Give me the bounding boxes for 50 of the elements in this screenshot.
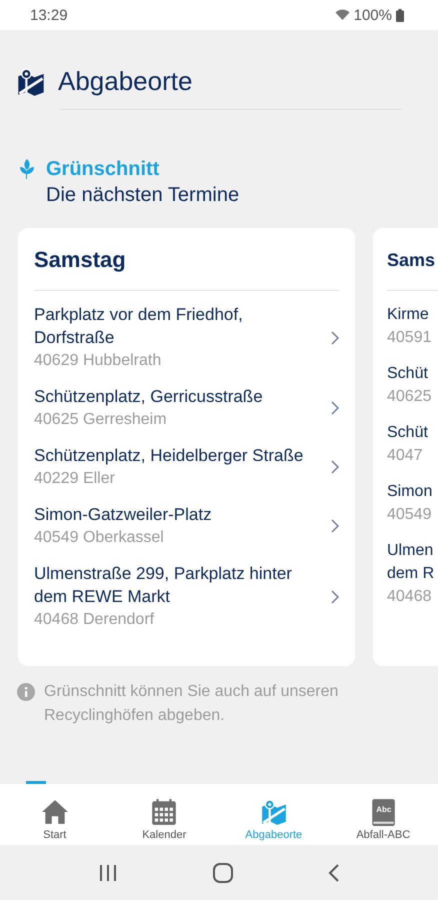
- location-area: 40629 Hubbelrath: [34, 349, 319, 372]
- map-icon: [260, 798, 288, 826]
- home-icon: [40, 798, 69, 826]
- location-area: 40468: [387, 585, 438, 608]
- battery-icon: [396, 8, 404, 22]
- location-area: 40549: [387, 503, 438, 526]
- nav-tab[interactable]: Abc Abfall-ABC: [328, 784, 438, 845]
- chevron-right-icon[interactable]: [331, 519, 339, 533]
- page-title: Abgabeorte: [58, 66, 192, 97]
- location-area: 40625 Gerresheim: [34, 408, 319, 431]
- location-area: 40591: [387, 326, 438, 349]
- leaf-icon: [18, 158, 36, 180]
- wifi-icon: [334, 9, 350, 21]
- info-text: Grünschnitt können Sie auch auf unseren Recyclinghöfen abgeben.: [44, 682, 340, 726]
- chevron-right-icon[interactable]: [331, 460, 339, 474]
- location-name[interactable]: Ulmen dem R: [387, 539, 438, 585]
- location-area: 40229 Eller: [34, 467, 319, 490]
- icon-text: Abc: [376, 805, 392, 814]
- location-name[interactable]: Parkplatz vor dem Friedhof, Dorfstraße: [34, 303, 319, 349]
- location-area: 40468 Derendorf: [34, 608, 319, 631]
- nav-tab[interactable]: Kalender: [110, 784, 219, 845]
- back-icon[interactable]: [328, 864, 340, 882]
- location-name[interactable]: Schützenplatz, Heidelberger Straße: [34, 444, 319, 467]
- location-name[interactable]: Schüt: [387, 421, 438, 444]
- battery-level: 100%: [354, 6, 392, 24]
- book-icon: [369, 798, 398, 826]
- nav-tab[interactable]: Start: [0, 784, 110, 845]
- location-name[interactable]: Schüt: [387, 362, 438, 385]
- location-name[interactable]: Ulmenstraße 299, Parkplatz hinter dem REWE Markt: [34, 562, 319, 608]
- chevron-right-icon[interactable]: [331, 401, 339, 415]
- location-name[interactable]: Simon-Gatzweiler-Platz: [34, 503, 319, 526]
- scroll-indicator: [26, 781, 46, 784]
- map-icon: [16, 66, 46, 96]
- chevron-right-icon[interactable]: [331, 330, 339, 344]
- clock: 13:29: [30, 6, 68, 24]
- location-name[interactable]: Simon: [387, 480, 438, 503]
- info-icon: [17, 683, 35, 701]
- calendar-icon: [150, 798, 178, 826]
- day-title: Sams: [387, 249, 436, 272]
- location-area: 4047: [387, 444, 438, 467]
- location-name[interactable]: Kirme: [387, 303, 438, 326]
- recent-apps-icon[interactable]: [98, 864, 118, 882]
- section-title: Grünschnitt: [46, 157, 160, 182]
- location-area: 40549 Oberkassel: [34, 526, 319, 549]
- section-subtitle: Die nächsten Termine: [46, 183, 240, 208]
- home-button-icon[interactable]: [212, 862, 233, 882]
- chevron-right-icon[interactable]: [331, 590, 339, 604]
- day-title: Samstag: [34, 246, 126, 274]
- location-name[interactable]: Schützenplatz, Gerricusstraße: [34, 385, 319, 408]
- location-area: 40625: [387, 385, 438, 408]
